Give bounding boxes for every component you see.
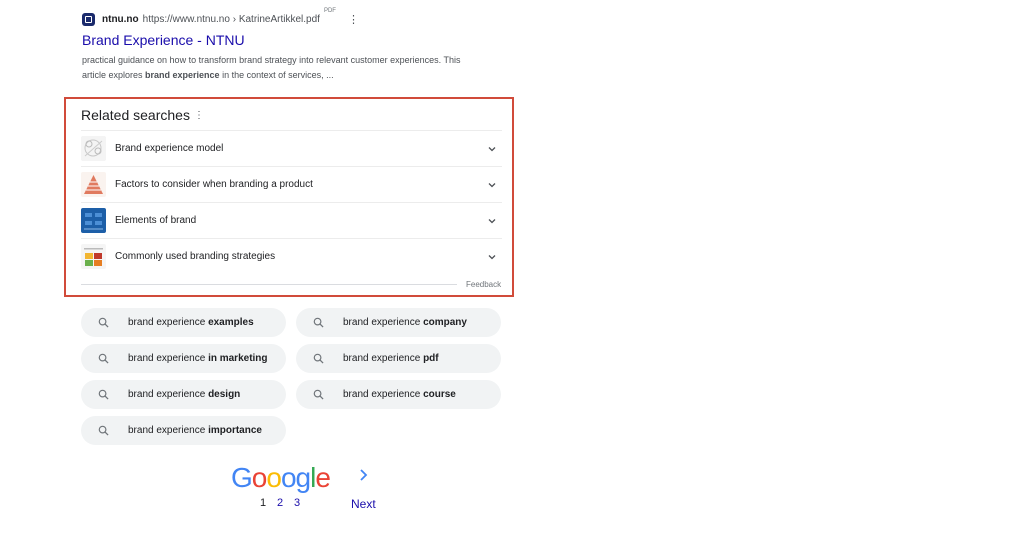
pyramid-thumbnail-icon bbox=[81, 172, 106, 197]
suggestion-chip[interactable]: brand experience in marketing bbox=[81, 344, 286, 373]
chip-label: brand experience in marketing bbox=[128, 353, 268, 364]
related-item[interactable]: Elements of brand bbox=[81, 202, 502, 238]
logo-letter: g bbox=[295, 462, 312, 493]
search-icon bbox=[98, 389, 109, 400]
chip-prefix: brand experience bbox=[343, 353, 424, 364]
related-searches-title: Related searches bbox=[81, 107, 190, 123]
chip-bold: pdf bbox=[423, 353, 439, 364]
feedback-link[interactable]: Feedback bbox=[466, 280, 501, 289]
blue-chart-thumbnail-icon bbox=[81, 208, 106, 233]
search-icon bbox=[313, 353, 324, 364]
chip-bold: examples bbox=[208, 317, 254, 328]
chip-prefix: brand experience bbox=[128, 317, 209, 328]
search-result: ntnu.no https://www.ntnu.no › KatrineArt… bbox=[82, 8, 502, 83]
search-icon bbox=[313, 389, 324, 400]
chip-bold: course bbox=[423, 389, 456, 400]
suggestion-chip[interactable]: brand experience importance bbox=[81, 416, 286, 445]
result-site-name[interactable]: ntnu.no bbox=[102, 14, 139, 25]
diagram-thumbnail-icon bbox=[81, 136, 106, 161]
chip-label: brand experience course bbox=[343, 389, 456, 400]
logo-letter: o bbox=[251, 462, 268, 493]
chip-label: brand experience pdf bbox=[343, 353, 439, 364]
chip-bold: design bbox=[208, 389, 241, 400]
suggestion-chip[interactable]: brand experience pdf bbox=[296, 344, 501, 373]
page-number-current: 1 bbox=[260, 497, 267, 509]
snippet-line-1: practical guidance on how to transform b… bbox=[82, 55, 461, 65]
suggestion-chip[interactable]: brand experience design bbox=[81, 380, 286, 409]
search-icon bbox=[98, 353, 109, 364]
related-item-label: Commonly used branding strategies bbox=[115, 251, 276, 262]
related-item-label: Elements of brand bbox=[115, 215, 197, 226]
logo-letter: o bbox=[266, 462, 282, 493]
chip-prefix: brand experience bbox=[128, 389, 209, 400]
snippet-line-2: article explores brand experience in the… bbox=[82, 68, 502, 83]
chip-label: brand experience company bbox=[343, 317, 467, 328]
related-item[interactable]: Commonly used branding strategies bbox=[81, 238, 502, 274]
page-number-link[interactable]: 2 bbox=[277, 497, 283, 509]
chevron-down-icon[interactable] bbox=[488, 181, 496, 189]
site-favicon-icon[interactable] bbox=[82, 12, 95, 26]
suggestion-chip[interactable]: brand experience examples bbox=[81, 308, 286, 337]
logo-letter: G bbox=[231, 462, 253, 493]
chip-label: brand experience design bbox=[128, 389, 240, 400]
chevron-down-icon[interactable] bbox=[488, 253, 496, 261]
more-options-icon[interactable]: ⋮ bbox=[348, 13, 359, 26]
result-snippet: practical guidance on how to transform b… bbox=[82, 53, 502, 83]
chevron-right-icon[interactable] bbox=[359, 468, 369, 482]
snippet-text: in the context of services, ... bbox=[219, 70, 334, 80]
chip-prefix: brand experience bbox=[128, 425, 209, 436]
result-title-link[interactable]: Brand Experience - NTNU bbox=[82, 32, 502, 48]
chip-bold: company bbox=[423, 317, 467, 328]
search-icon bbox=[98, 317, 109, 328]
chevron-down-icon[interactable] bbox=[488, 145, 496, 153]
file-type-badge: PDF bbox=[323, 8, 336, 14]
chip-label: brand experience importance bbox=[128, 425, 262, 436]
logo-letter: o bbox=[280, 462, 297, 493]
search-icon bbox=[313, 317, 324, 328]
related-searches-heading: Related searches ⋮ bbox=[81, 107, 204, 123]
page-number-link[interactable]: 3 bbox=[294, 497, 300, 509]
related-item[interactable]: Factors to consider when branding a prod… bbox=[81, 166, 502, 202]
next-page-link[interactable]: Next bbox=[351, 497, 376, 511]
suggestion-chip[interactable]: brand experience course bbox=[296, 380, 501, 409]
chip-prefix: brand experience bbox=[343, 317, 424, 328]
result-url[interactable]: https://www.ntnu.no › KatrineArtikkel.pd… bbox=[143, 14, 320, 25]
chip-bold: in marketing bbox=[208, 353, 268, 364]
logo-letter: e bbox=[315, 462, 331, 493]
snippet-text: article explores bbox=[82, 70, 146, 80]
google-pagination-logo: Gooogle bbox=[231, 462, 331, 494]
related-item-label: Factors to consider when branding a prod… bbox=[115, 179, 313, 190]
snippet-bold: brand experience bbox=[145, 70, 220, 80]
search-icon bbox=[98, 425, 109, 436]
related-item[interactable]: Brand experience model bbox=[81, 130, 502, 166]
feedback-divider bbox=[81, 284, 457, 285]
related-item-label: Brand experience model bbox=[115, 143, 224, 154]
chip-label: brand experience examples bbox=[128, 317, 254, 328]
chip-prefix: brand experience bbox=[128, 353, 209, 364]
matrix-thumbnail-icon bbox=[81, 244, 106, 269]
suggestion-chip[interactable]: brand experience company bbox=[296, 308, 501, 337]
chip-prefix: brand experience bbox=[343, 389, 424, 400]
chevron-down-icon[interactable] bbox=[488, 217, 496, 225]
related-options-icon[interactable]: ⋮ bbox=[194, 110, 204, 121]
result-source-row: ntnu.no https://www.ntnu.no › KatrineArt… bbox=[82, 8, 502, 28]
chip-bold: importance bbox=[208, 425, 262, 436]
